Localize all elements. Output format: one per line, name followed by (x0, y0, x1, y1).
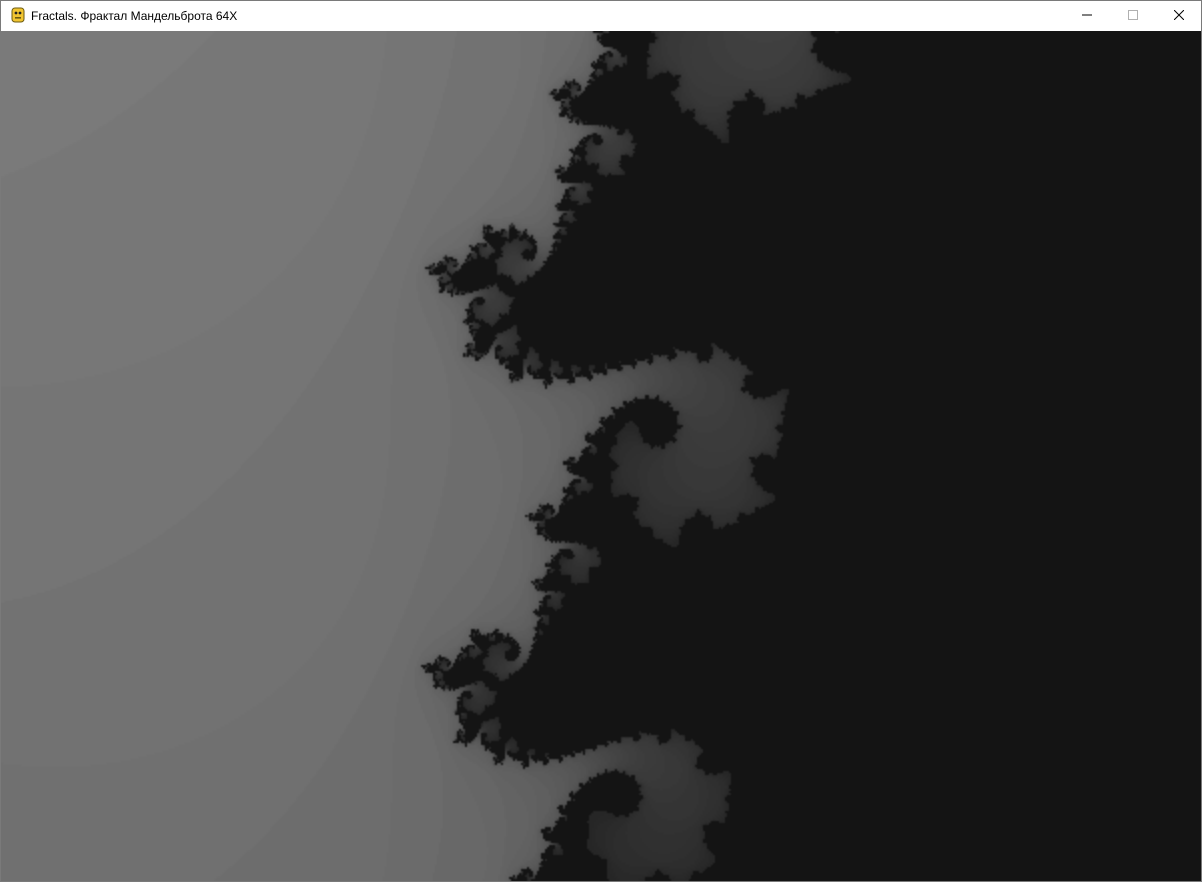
close-button[interactable] (1156, 1, 1202, 31)
window-title: Fractals. Фрактал Мандельброта 64X (31, 9, 238, 23)
title-bar[interactable]: Fractals. Фрактал Мандельброта 64X (1, 1, 1201, 31)
minimize-icon (1082, 7, 1092, 25)
minimize-button[interactable] (1064, 1, 1110, 31)
python-snake-icon (10, 7, 26, 23)
maximize-button[interactable] (1110, 1, 1156, 31)
close-icon (1173, 7, 1185, 25)
fractal-view[interactable] (1, 31, 1201, 881)
mandelbrot-canvas[interactable] (1, 31, 1201, 881)
maximize-icon (1128, 7, 1138, 25)
app-window: Fractals. Фрактал Мандельброта 64X (0, 0, 1202, 882)
